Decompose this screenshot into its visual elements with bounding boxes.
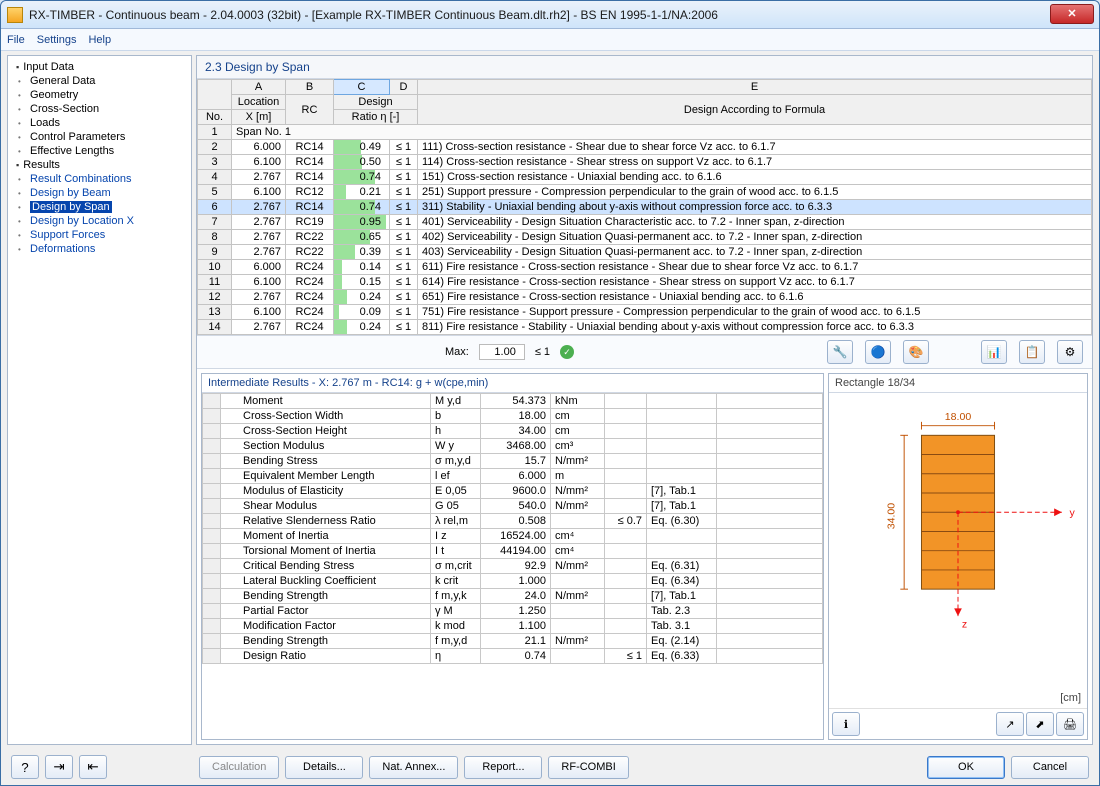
menubar: File Settings Help (1, 29, 1099, 51)
inter-row: Design Ratioη0.74≤ 1Eq. (6.33) (203, 649, 823, 664)
axis2-icon[interactable]: ⬈ (1026, 712, 1054, 736)
inter-row: Torsional Moment of InertiaI t44194.00cm… (203, 544, 823, 559)
max-label: Max: (445, 346, 469, 358)
svg-text:y: y (1070, 507, 1076, 519)
table-row[interactable]: 136.100RC240.09≤ 1751) Fire resistance -… (198, 305, 1092, 320)
inter-row: Relative Slenderness Ratioλ rel,m0.508≤ … (203, 514, 823, 529)
table-row[interactable]: 42.767RC140.74≤ 1151) Cross-section resi… (198, 170, 1092, 185)
inter-row: Partial Factorγ M1.250Tab. 2.3 (203, 604, 823, 619)
sidebar: Input DataGeneral DataGeometryCross-Sect… (7, 55, 192, 745)
cancel-button[interactable]: Cancel (1011, 756, 1089, 779)
inter-row: Equivalent Member Lengthl ef6.000m (203, 469, 823, 484)
titlebar: RX-TIMBER - Continuous beam - 2.04.0003 … (1, 1, 1099, 29)
inter-row: Moment of InertiaI z16524.00cm⁴ (203, 529, 823, 544)
tree-item[interactable]: General Data (8, 74, 191, 88)
window-title: RX-TIMBER - Continuous beam - 2.04.0003 … (29, 8, 718, 22)
print-icon[interactable]: 🖨 (1056, 712, 1084, 736)
unit-label: [cm] (1060, 692, 1081, 704)
svg-text:18.00: 18.00 (945, 411, 972, 423)
inter-row: Bending Strengthf m,y,d21.1N/mm²Eq. (2.1… (203, 634, 823, 649)
calculation-button[interactable]: Calculation (199, 756, 279, 779)
tree-item[interactable]: Geometry (8, 88, 191, 102)
inter-row: Shear ModulusG 05540.0N/mm²[7], Tab.1 (203, 499, 823, 514)
help-button[interactable]: ? (11, 755, 39, 779)
tree-item[interactable]: Design by Beam (8, 186, 191, 200)
inter-row: Critical Bending Stressσ m,crit92.9N/mm²… (203, 559, 823, 574)
inter-row: Modulus of ElasticityE 0,059600.0N/mm²[7… (203, 484, 823, 499)
svg-text:z: z (962, 619, 967, 631)
stress-icon[interactable]: 🔵 (865, 340, 891, 364)
inter-row: Bending Strengthf m,y,k24.0N/mm²[7], Tab… (203, 589, 823, 604)
tree-item[interactable]: Support Forces (8, 228, 191, 242)
table-row[interactable]: 92.767RC220.39≤ 1403) Serviceability - D… (198, 245, 1092, 260)
tree-item[interactable]: Result Combinations (8, 172, 191, 186)
filter-icon[interactable]: 🔧 (827, 340, 853, 364)
close-icon[interactable]: ✕ (1050, 4, 1094, 24)
inter-row: MomentM y,d54.373kNm (203, 394, 823, 409)
tree-item[interactable]: Design by Span (8, 200, 191, 214)
table-row[interactable]: 82.767RC220.65≤ 1402) Serviceability - D… (198, 230, 1092, 245)
table-row[interactable]: 56.100RC120.21≤ 1251) Support pressure -… (198, 185, 1092, 200)
cross-section-diagram: 18.00 (829, 393, 1087, 708)
intermediate-table: MomentM y,d54.373kNmCross-Section Widthb… (202, 393, 823, 664)
app-icon (7, 7, 23, 23)
design-table[interactable]: AB CD E Location RC Design Design Accord… (197, 79, 1092, 335)
inter-row: Section ModulusW y3468.00cm³ (203, 439, 823, 454)
inter-row: Cross-Section Heighth34.00cm (203, 424, 823, 439)
table-row[interactable]: 106.000RC240.14≤ 1611) Fire resistance -… (198, 260, 1092, 275)
table-row[interactable]: 36.100RC140.50≤ 1114) Cross-section resi… (198, 155, 1092, 170)
export-icon[interactable]: ⇤ (79, 755, 107, 779)
view3-icon[interactable]: ⚙ (1057, 340, 1083, 364)
tree-item[interactable]: Design by Location X (8, 214, 191, 228)
table-row[interactable]: 116.100RC240.15≤ 1614) Fire resistance -… (198, 275, 1092, 290)
inter-row: Bending Stressσ m,y,d15.7N/mm² (203, 454, 823, 469)
info-icon[interactable]: ℹ (832, 712, 860, 736)
menu-help[interactable]: Help (88, 34, 111, 46)
axis1-icon[interactable]: ↗ (996, 712, 1024, 736)
menu-file[interactable]: File (7, 34, 25, 46)
inter-row: Lateral Buckling Coefficientk crit1.000E… (203, 574, 823, 589)
intermediate-header: Intermediate Results - X: 2.767 m - RC14… (202, 374, 823, 393)
table-row[interactable]: 62.767RC140.74≤ 1311) Stability - Uniaxi… (198, 200, 1092, 215)
inter-row: Modification Factork mod1.100Tab. 3.1 (203, 619, 823, 634)
details-button[interactable]: Details... (285, 756, 363, 779)
table-row[interactable]: 142.767RC240.24≤ 1811) Fire resistance -… (198, 320, 1092, 335)
svg-text:34.00: 34.00 (886, 503, 898, 530)
nat-annex-button[interactable]: Nat. Annex... (369, 756, 458, 779)
tree-root[interactable]: Results (8, 158, 191, 172)
tree-item[interactable]: Deformations (8, 242, 191, 256)
table-row[interactable]: 26.000RC140.49≤ 1111) Cross-section resi… (198, 140, 1092, 155)
rf-combi-button[interactable]: RF-COMBI (548, 756, 628, 779)
view1-icon[interactable]: 📊 (981, 340, 1007, 364)
tree-root[interactable]: Input Data (8, 60, 191, 74)
tree-item[interactable]: Cross-Section (8, 102, 191, 116)
max-limit: ≤ 1 (535, 346, 550, 358)
tree-item[interactable]: Effective Lengths (8, 144, 191, 158)
view2-icon[interactable]: 📋 (1019, 340, 1045, 364)
tree-item[interactable]: Loads (8, 116, 191, 130)
ok-button[interactable]: OK (927, 756, 1005, 779)
section-title: 2.3 Design by Span (197, 56, 1092, 79)
table-row[interactable]: 72.767RC190.95≤ 1401) Serviceability - D… (198, 215, 1092, 230)
check-icon: ✓ (560, 345, 574, 359)
import-icon[interactable]: ⇥ (45, 755, 73, 779)
tree-item[interactable]: Control Parameters (8, 130, 191, 144)
max-value: 1.00 (479, 344, 525, 360)
report-button[interactable]: Report... (464, 756, 542, 779)
diagram-title: Rectangle 18/34 (829, 374, 1087, 393)
paint-icon[interactable]: 🎨 (903, 340, 929, 364)
table-row[interactable]: 122.767RC240.24≤ 1651) Fire resistance -… (198, 290, 1092, 305)
menu-settings[interactable]: Settings (37, 34, 77, 46)
inter-row: Cross-Section Widthb18.00cm (203, 409, 823, 424)
